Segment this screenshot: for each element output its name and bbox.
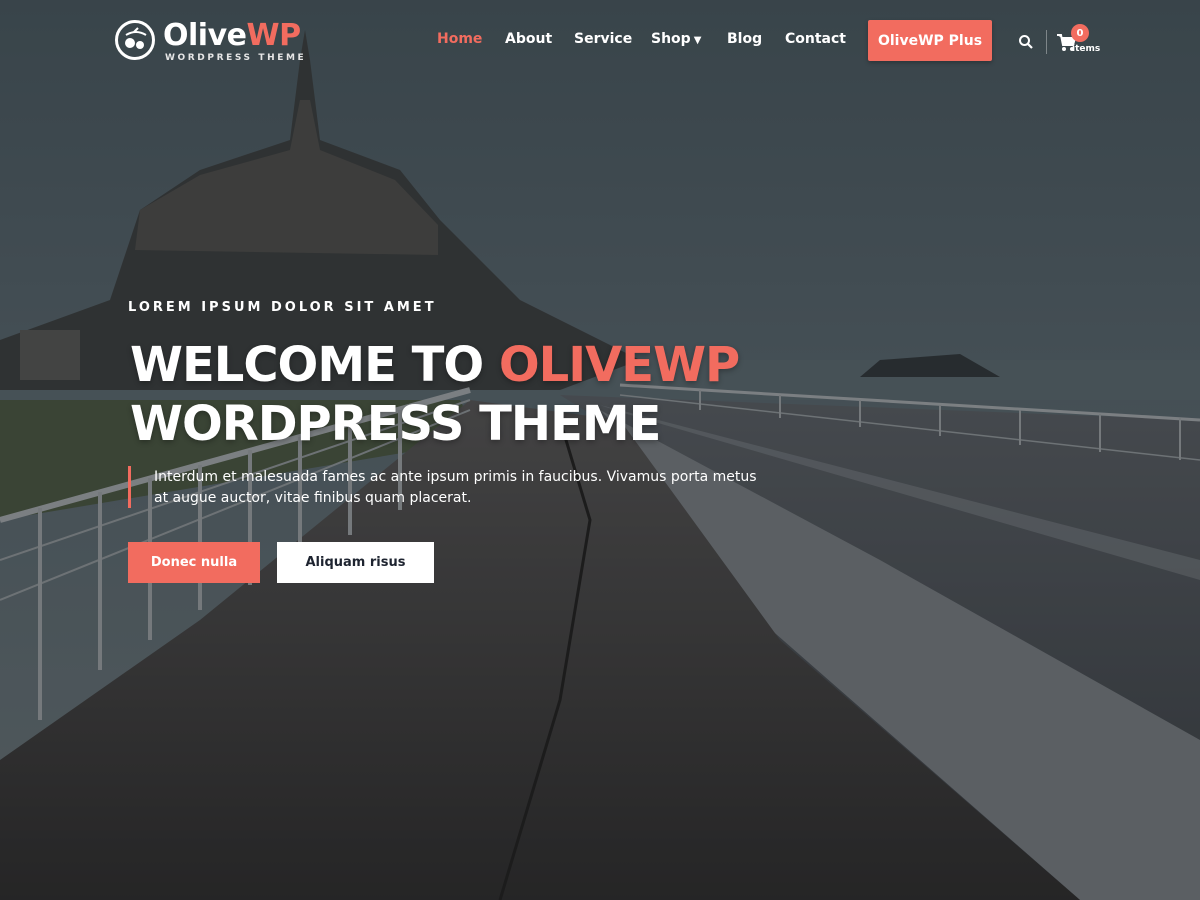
logo-tagline: WORDPRESS THEME <box>165 53 307 63</box>
nav-item-blog[interactable]: Blog <box>727 31 762 47</box>
headline-line2: WORDPRESS THEME <box>130 396 661 452</box>
nav-item-service[interactable]: Service <box>574 31 632 47</box>
search-icon[interactable] <box>1018 34 1034 50</box>
description-accent-bar <box>128 466 131 508</box>
nav-item-contact[interactable]: Contact <box>785 31 846 47</box>
logo-name: OliveWP <box>163 18 301 53</box>
olive-logo-icon <box>115 20 155 60</box>
header-divider <box>1046 30 1047 54</box>
site-logo[interactable]: OliveWP WORDPRESS THEME <box>115 18 307 66</box>
hero-description: Interdum et malesuada fames ac ante ipsu… <box>154 469 757 506</box>
nav-item-shop-label: Shop <box>651 31 691 47</box>
site-header: OliveWP WORDPRESS THEME Home About Servi… <box>0 0 1200 84</box>
cart-count-badge: 0 <box>1071 24 1089 42</box>
chevron-down-icon: ▼ <box>693 35 702 46</box>
donec-nulla-button[interactable]: Donec nulla <box>128 542 260 583</box>
hero-headline: WELCOME TO OLIVEWP WORDPRESS THEME <box>130 336 740 454</box>
headline-accent: OLIVEWP <box>498 337 740 393</box>
nav-item-home[interactable]: Home <box>437 31 482 47</box>
nav-item-shop[interactable]: Shop ▼ <box>651 31 701 47</box>
headline-plain: WELCOME TO <box>130 337 499 393</box>
hero-eyebrow: LOREM IPSUM DOLOR SIT AMET <box>128 300 437 315</box>
cart-items-label: items <box>1072 44 1101 54</box>
olivewp-plus-button[interactable]: OliveWP Plus <box>868 20 992 61</box>
nav-item-about[interactable]: About <box>505 31 552 47</box>
aliquam-risus-button[interactable]: Aliquam risus <box>277 542 434 583</box>
